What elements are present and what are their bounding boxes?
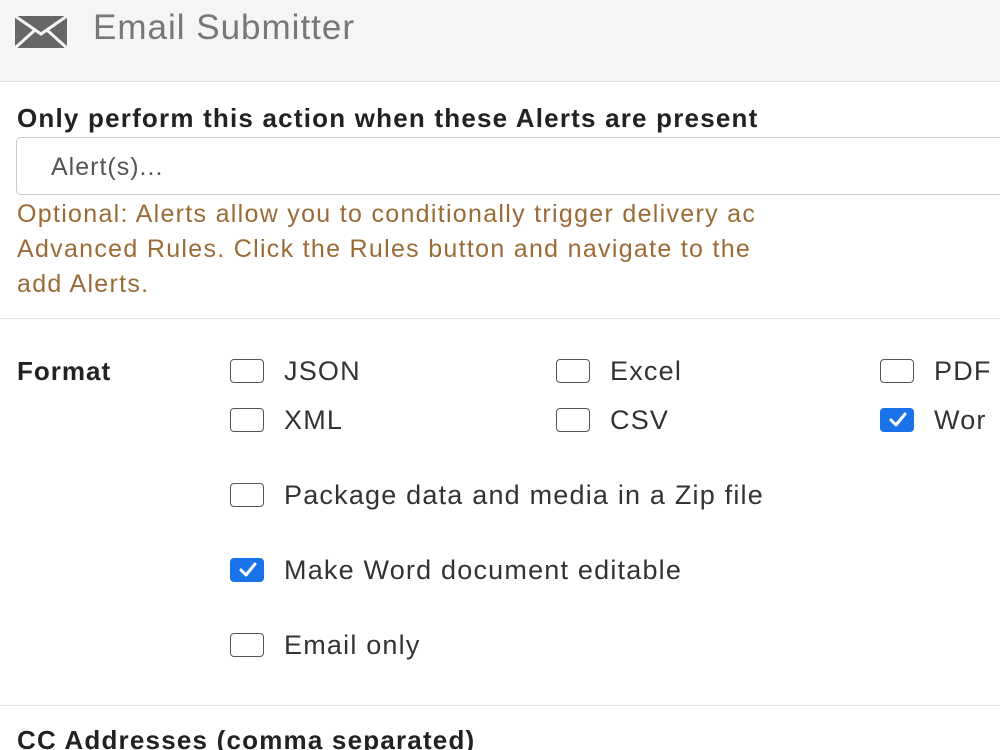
format-word-checkbox[interactable]: Wor <box>880 404 987 436</box>
checkbox-label: XML <box>284 405 344 435</box>
help-line: Optional: Alerts allow you to conditiona… <box>17 200 757 228</box>
panel-title: Email Submitter <box>93 8 356 47</box>
format-json-checkbox[interactable]: JSON <box>230 355 361 387</box>
format-csv-checkbox[interactable]: CSV <box>556 404 669 436</box>
checkbox-box[interactable] <box>230 483 264 507</box>
checkbox-box-checked[interactable] <box>880 408 914 432</box>
email-only-checkbox[interactable]: Email only <box>230 629 421 661</box>
checkbox-box[interactable] <box>230 408 264 432</box>
checkbox-label: CSV <box>610 405 670 435</box>
envelope-icon <box>13 14 69 50</box>
format-excel-checkbox[interactable]: Excel <box>556 355 682 387</box>
help-line: Advanced Rules. Click the Rules button a… <box>17 235 752 263</box>
checkmark-icon <box>889 412 907 427</box>
checkbox-box[interactable] <box>230 633 264 657</box>
checkbox-box[interactable] <box>230 359 264 383</box>
checkbox-box[interactable] <box>556 359 590 383</box>
panel-header: Email Submitter <box>0 0 1000 82</box>
alerts-help-text: Optional: Alerts allow you to conditiona… <box>17 197 1000 302</box>
checkbox-label: PDF <box>934 356 992 386</box>
format-xml-checkbox[interactable]: XML <box>230 404 343 436</box>
checkbox-box[interactable] <box>880 359 914 383</box>
checkbox-label: Email only <box>284 630 421 660</box>
checkbox-label: Make Word document editable <box>284 555 683 585</box>
cc-addresses-label: CC Addresses (comma separated) <box>17 725 476 750</box>
checkbox-label: JSON <box>284 356 361 386</box>
checkbox-label: Wor <box>934 405 987 435</box>
help-line: add Alerts. <box>17 270 150 298</box>
email-submitter-panel: Email Submitter Only perform this action… <box>0 0 1000 750</box>
checkbox-box[interactable] <box>556 408 590 432</box>
checkbox-box-checked[interactable] <box>230 558 264 582</box>
alerts-input-placeholder: Alert(s)... <box>51 153 164 181</box>
checkbox-label: Package data and media in a Zip file <box>284 480 764 510</box>
alerts-label: Only perform this action when these Aler… <box>17 103 759 133</box>
alerts-input[interactable]: Alert(s)... <box>16 137 1000 195</box>
format-label: Format <box>17 356 112 386</box>
section-divider <box>0 705 1000 706</box>
format-pdf-checkbox[interactable]: PDF <box>880 355 992 387</box>
zip-package-checkbox[interactable]: Package data and media in a Zip file <box>230 479 764 511</box>
word-editable-checkbox[interactable]: Make Word document editable <box>230 554 682 586</box>
checkmark-icon <box>239 562 257 577</box>
section-divider <box>0 318 1000 319</box>
checkbox-label: Excel <box>610 356 683 386</box>
